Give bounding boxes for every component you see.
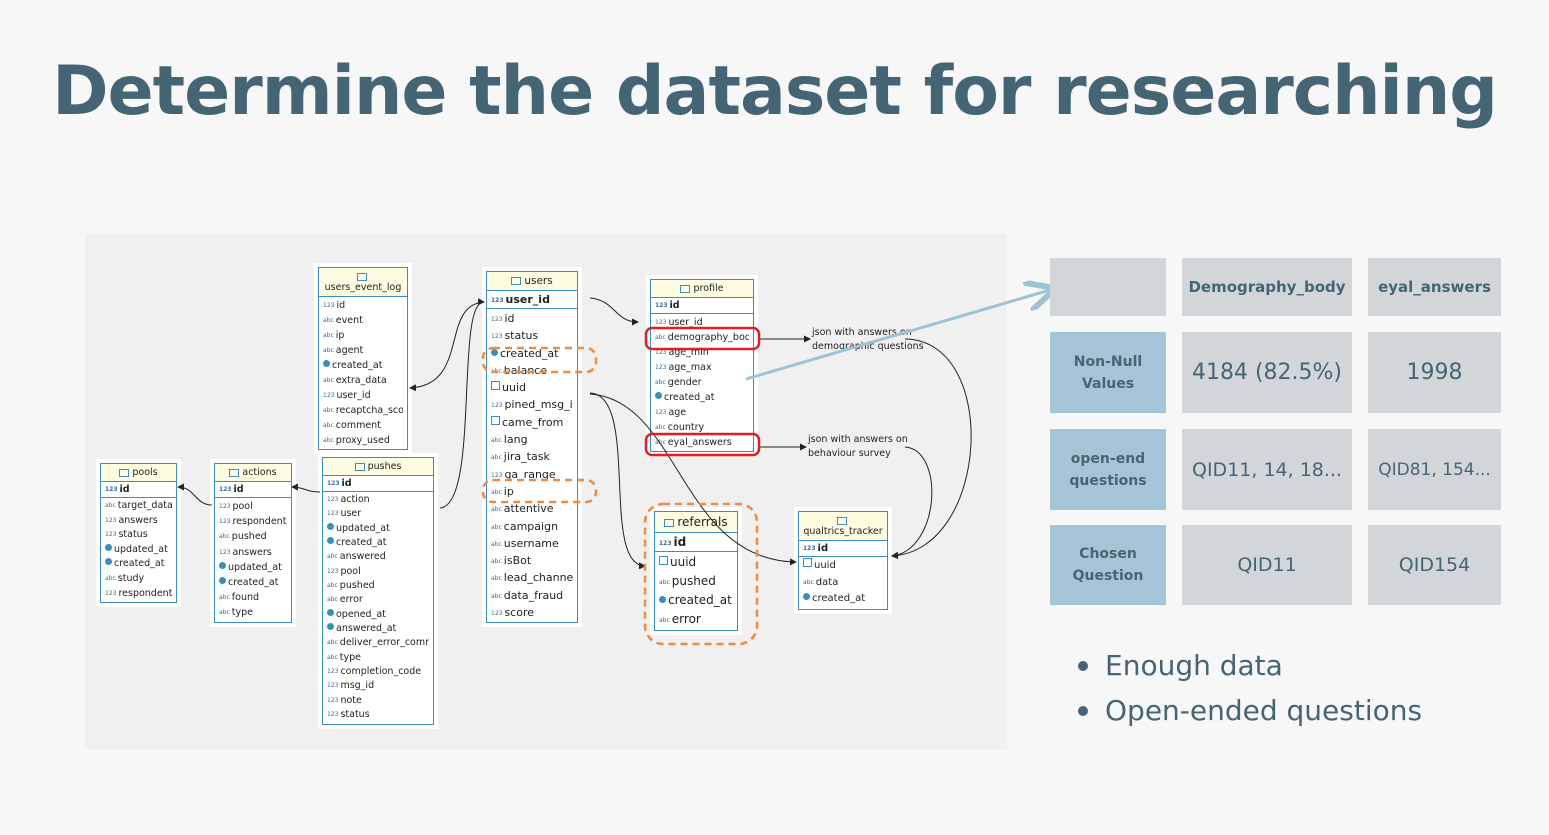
- link-users-eventlog: [409, 301, 485, 392]
- bullet-item: Open-ended questions: [1078, 691, 1422, 736]
- cell-openend-demography: QID11, 14, 18...: [1182, 429, 1352, 510]
- cell-chosen-eyal: QID154: [1368, 525, 1501, 605]
- highlight-referrals: [643, 502, 759, 646]
- link-demography-qualtrics: [891, 338, 972, 560]
- pointer-arrow: [745, 290, 1050, 381]
- link-pushes-users: [439, 298, 485, 509]
- cell-nonnull-demography: 4184 (82.5%): [1182, 332, 1352, 413]
- link-users-profile: [589, 297, 639, 326]
- bullet-item: Enough data: [1078, 646, 1422, 691]
- highlight-eyal-answers: [644, 432, 761, 457]
- highlight-created-at: [481, 346, 598, 374]
- cell-chosen-demography: QID11: [1182, 525, 1352, 605]
- cell-openend-eyal: QID81, 154...: [1368, 429, 1501, 510]
- row-header-chosen: Chosen Question: [1050, 525, 1166, 605]
- bullet-list: Enough data Open-ended questions: [1078, 646, 1422, 736]
- column-header-demography: Demography_body: [1182, 258, 1352, 316]
- link-pushes-actions: [291, 483, 321, 493]
- highlight-ip: [481, 478, 598, 504]
- link-eyal-qualtrics: [891, 446, 933, 559]
- cell-nonnull-eyal: 1998: [1368, 332, 1501, 413]
- row-header-nonnull: Non-Null Values: [1050, 332, 1166, 413]
- link-users-qualtrics: [589, 393, 797, 566]
- highlight-demography-body: [644, 326, 761, 351]
- link-actions-pools: [177, 483, 213, 506]
- table-corner: [1050, 258, 1166, 316]
- column-header-eyal: eyal_answers: [1368, 258, 1501, 316]
- link-users-referrals: [589, 392, 646, 570]
- row-header-openend: open-end questions: [1050, 429, 1166, 510]
